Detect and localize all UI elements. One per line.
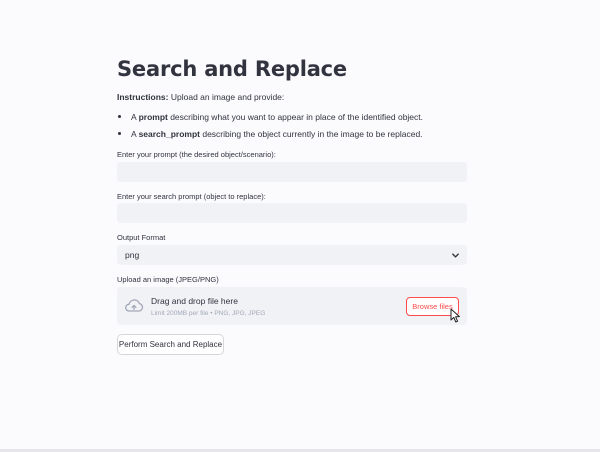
bullet-prefix: A <box>131 129 139 139</box>
output-format-label: Output Format <box>117 233 166 242</box>
page-title: Search and Replace <box>117 57 347 81</box>
bullet-description: describing what you want to appear in pl… <box>167 112 424 122</box>
perform-search-replace-button[interactable]: Perform Search and Replace <box>117 334 224 355</box>
dropzone-limit: Limit 200MB per file • PNG, JPG, JPEG <box>151 310 266 317</box>
upload-label: Upload an image (JPEG/PNG) <box>117 275 219 284</box>
output-format-select[interactable]: png <box>117 245 467 265</box>
mouse-pointer-icon <box>450 308 460 323</box>
instructions: Instructions: Upload an image and provid… <box>117 92 284 102</box>
file-dropzone[interactable]: Drag and drop file here Limit 200MB per … <box>117 287 467 325</box>
bullet-prefix: A <box>131 112 139 122</box>
prompt-label: Enter your prompt (the desired object/sc… <box>117 150 276 159</box>
instructions-list: A prompt describing what you want to app… <box>117 111 423 145</box>
list-item: A search_prompt describing the object cu… <box>117 128 423 145</box>
bullet-keyword: search_prompt <box>138 129 200 139</box>
instructions-text: Upload an image and provide: <box>170 92 285 102</box>
chevron-down-icon <box>452 253 459 258</box>
prompt-input[interactable] <box>117 162 467 182</box>
bullet-keyword: prompt <box>138 112 168 122</box>
list-item: A prompt describing what you want to app… <box>117 111 423 128</box>
cloud-upload-icon <box>125 299 144 312</box>
instructions-label: Instructions: <box>117 92 169 102</box>
select-value: png <box>125 250 140 260</box>
app-background: Search and Replace Instructions: Upload … <box>0 0 600 452</box>
bullet-description: describing the object currently in the i… <box>199 129 423 139</box>
dropzone-title: Drag and drop file here <box>151 296 238 306</box>
search-prompt-label: Enter your search prompt (object to repl… <box>117 192 266 201</box>
search-prompt-input[interactable] <box>117 203 467 223</box>
